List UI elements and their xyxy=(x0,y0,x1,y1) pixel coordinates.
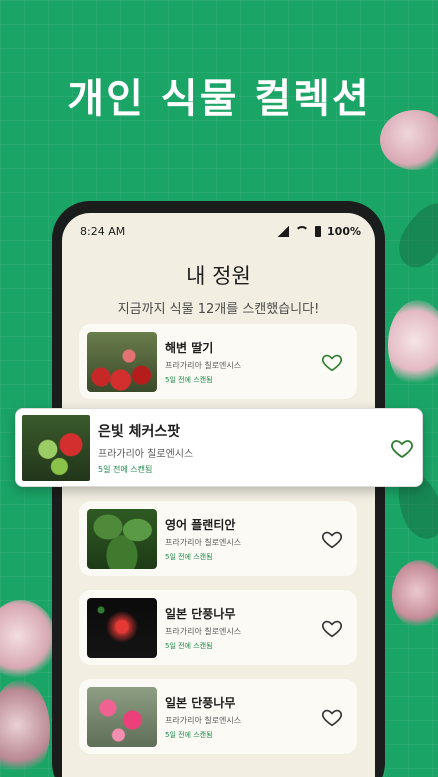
plant-scientific-name: 프라가리아 칠로엔시스 xyxy=(165,537,242,547)
battery-icon xyxy=(315,225,322,237)
plant-card-4[interactable]: 일본 단풍나무 프라가리아 칠로엔시스 5일 전에 스캔됨 xyxy=(79,590,357,665)
heart-outline-icon[interactable] xyxy=(321,351,343,373)
plant-thumbnail xyxy=(22,414,90,481)
heart-outline-icon[interactable] xyxy=(390,436,414,460)
plant-name: 은빛 체커스팟 xyxy=(98,423,181,440)
plant-card-2-highlighted[interactable]: 은빛 체커스팟 프라가리아 칠로엔시스 5일 전에 스캔됨 xyxy=(15,408,423,487)
plant-name: 해변 딸기 xyxy=(165,340,214,355)
blossom-decoration xyxy=(392,560,438,630)
plant-thumbnail xyxy=(87,331,157,392)
wifi-icon xyxy=(295,226,310,236)
page-subtitle: 지금까지 식물 12개를 스캔했습니다! xyxy=(117,302,320,317)
plant-card-5[interactable]: 일본 단풍나무 프라가리아 칠로엔시스 5일 전에 스캔됨 xyxy=(79,679,357,754)
plant-card-1[interactable]: 해변 딸기 프라가리아 칠로엔시스 5일 전에 스캔됨 xyxy=(79,324,357,399)
plant-thumbnail xyxy=(87,508,157,569)
plant-scanned-date: 5일 전에 스캔됨 xyxy=(165,375,213,384)
phone-frame: 8:24 AM 100% 내 정원 지금까지 식물 12개를 스캔했습니다! 해… xyxy=(52,201,385,777)
plant-scanned-date: 5일 전에 스캔됨 xyxy=(165,552,213,561)
plant-scanned-date: 5일 전에 스캔됨 xyxy=(165,730,213,739)
status-bar: 8:24 AM 100% xyxy=(62,213,375,249)
plant-thumbnail xyxy=(87,597,157,658)
plant-scientific-name: 프라가리아 칠로엔시스 xyxy=(98,448,194,460)
status-icons: 100% xyxy=(278,225,361,238)
plant-name: 영어 플랜티안 xyxy=(165,517,236,532)
plant-scanned-date: 5일 전에 스캔됨 xyxy=(165,641,213,650)
blossom-decoration xyxy=(0,680,50,777)
leaf-decoration xyxy=(390,194,438,276)
blossom-decoration xyxy=(0,600,56,680)
plant-card-3[interactable]: 영어 플랜티안 프라가리아 칠로엔시스 5일 전에 스캔됨 xyxy=(79,501,357,576)
plant-scientific-name: 프라가리아 칠로엔시스 xyxy=(165,626,242,636)
plant-thumbnail xyxy=(87,686,157,747)
status-time: 8:24 AM xyxy=(80,224,126,238)
heart-outline-icon[interactable] xyxy=(321,706,343,728)
plant-scientific-name: 프라가리아 칠로엔시스 xyxy=(165,715,242,725)
signal-icon xyxy=(278,225,290,237)
blossom-decoration xyxy=(388,300,438,390)
battery-level: 100% xyxy=(327,224,361,238)
heart-outline-icon[interactable] xyxy=(321,617,343,639)
plant-name: 일본 단풍나무 xyxy=(165,606,236,621)
page-title: 내 정원 xyxy=(186,264,251,288)
heart-outline-icon[interactable] xyxy=(321,528,343,550)
promo-headline: 개인 식물 컬렉션 xyxy=(67,76,371,122)
plant-scanned-date: 5일 전에 스캔됨 xyxy=(98,464,153,474)
plant-name: 일본 단풍나무 xyxy=(165,695,236,710)
app-screen: 8:24 AM 100% 내 정원 지금까지 식물 12개를 스캔했습니다! 해… xyxy=(62,213,375,777)
plant-scientific-name: 프라가리아 칠로엔시스 xyxy=(165,360,242,370)
